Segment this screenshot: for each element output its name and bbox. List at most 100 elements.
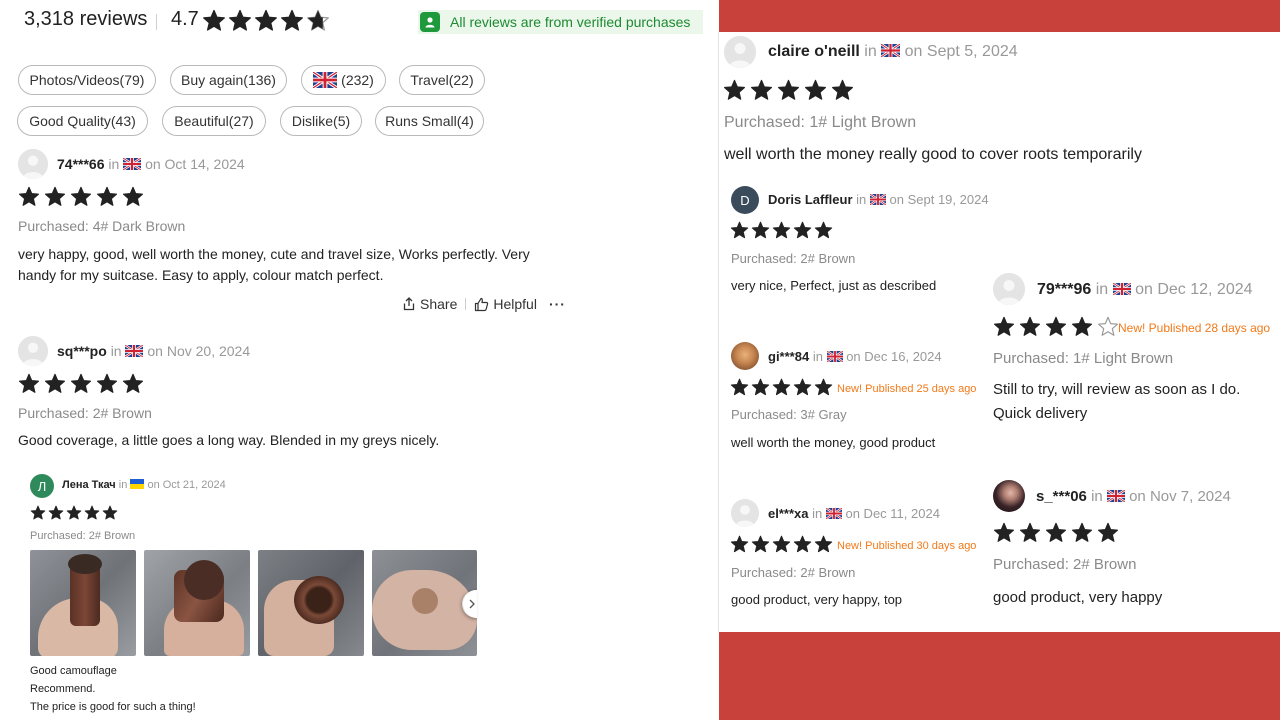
review-date: on Nov 20, 2024 — [147, 343, 251, 359]
filter-label: Good Quality(43) — [29, 113, 136, 129]
star-filled-icon — [96, 373, 118, 393]
default-user-icon — [18, 149, 48, 179]
review-date: on Sept 5, 2024 — [904, 43, 1018, 60]
star-filled-icon — [730, 221, 749, 239]
uk-flag-icon — [1112, 283, 1131, 295]
filter-beautiful[interactable]: Beautiful(27) — [162, 106, 266, 136]
purchased-variant: Purchased: 2# Brown — [731, 565, 856, 580]
review-text: very happy, good, well worth the money, … — [18, 246, 530, 283]
star-filled-icon — [778, 79, 799, 100]
star-filled-icon — [1071, 522, 1093, 542]
more-options-button[interactable]: ··· — [549, 296, 566, 312]
review-photo[interactable] — [30, 550, 136, 656]
avatar-letter: Л — [37, 478, 47, 494]
star-filled-icon — [281, 9, 303, 31]
verified-shield-icon — [420, 12, 440, 32]
star-filled-icon — [70, 373, 92, 393]
filter-label: Travel(22) — [410, 72, 474, 88]
reviewer-name[interactable]: gi***84 — [768, 349, 809, 364]
review-stars — [18, 373, 144, 395]
star-filled-icon — [730, 535, 749, 553]
verified-text: All reviews are from verified purchases — [450, 14, 691, 30]
reviewer-name[interactable]: Лена Ткач — [62, 479, 116, 491]
review-text: good product, very happy — [993, 589, 1163, 606]
share-label: Share — [420, 296, 458, 312]
star-filled-icon — [48, 505, 64, 520]
filter-label: Runs Small(4) — [385, 113, 474, 129]
star-filled-icon — [751, 79, 772, 100]
average-rating-stars — [202, 9, 330, 33]
red-banner-top — [719, 0, 1280, 32]
review-stars — [723, 79, 854, 102]
uk-flag-icon — [825, 508, 842, 519]
reviewer-name[interactable]: claire o'neill — [768, 43, 860, 60]
filter-uk[interactable]: (232) — [301, 65, 386, 95]
review-text: very nice, Perfect, just as described — [731, 278, 937, 293]
action-divider — [465, 298, 467, 310]
uk-flag-icon — [826, 351, 843, 362]
review-header: 74***66 in on Oct 14, 2024 — [57, 156, 245, 172]
photo-strip-edge — [477, 540, 507, 670]
review-header: Doris Laffleur in on Sept 19, 2024 — [768, 192, 989, 207]
filter-travel[interactable]: Travel(22) — [399, 65, 485, 95]
review-in: in — [812, 506, 823, 521]
purchased-variant: Purchased: 2# Brown — [30, 530, 136, 542]
user-avatar: Л — [30, 474, 54, 498]
user-avatar — [18, 336, 48, 366]
review-date: on Oct 21, 2024 — [147, 479, 226, 491]
star-filled-icon — [730, 378, 749, 396]
purchased-variant: Purchased: 2# Brown — [993, 556, 1137, 573]
new-published-badge: New! Published 25 days ago — [837, 383, 977, 395]
ukraine-flag-icon — [130, 479, 145, 489]
star-filled-icon — [1045, 316, 1067, 336]
red-banner-bottom — [719, 632, 1280, 720]
review-text: Recommend. — [30, 683, 96, 695]
review-in: in — [856, 192, 867, 207]
purchased-variant: Purchased: 1# Light Brown — [724, 114, 917, 131]
review-stars — [18, 186, 144, 208]
reviewer-name[interactable]: Doris Laffleur — [768, 192, 853, 207]
star-filled-icon — [44, 373, 66, 393]
reviewer-name[interactable]: 74***66 — [57, 156, 105, 172]
helpful-button[interactable]: Helpful — [474, 296, 537, 312]
new-published-badge: New! Published 28 days ago — [1118, 321, 1271, 335]
star-filled-icon — [993, 522, 1015, 542]
star-filled-icon — [122, 186, 144, 206]
reviewer-name[interactable]: s_***06 — [1036, 488, 1087, 505]
filter-dislike[interactable]: Dislike(5) — [280, 106, 362, 136]
review-text: Quick delivery — [993, 405, 1088, 422]
filter-photos-videos[interactable]: Photos/Videos(79) — [18, 65, 156, 95]
helpful-label: Helpful — [493, 296, 537, 312]
review-text: Good coverage, a little goes a long way.… — [18, 432, 440, 448]
user-avatar — [731, 342, 759, 370]
default-user-icon — [18, 336, 48, 366]
review-stars — [730, 535, 833, 554]
star-filled-icon — [724, 79, 745, 100]
reviewer-name[interactable]: 79***96 — [1037, 281, 1091, 298]
reviewer-name[interactable]: el***xa — [768, 506, 808, 521]
review-stars — [993, 316, 1119, 338]
star-filled-icon — [814, 378, 833, 396]
reviewer-name[interactable]: sq***po — [57, 343, 107, 359]
star-filled-icon — [805, 79, 826, 100]
review-text: well worth the money, good product — [731, 435, 936, 450]
filter-good-quality[interactable]: Good Quality(43) — [17, 106, 148, 136]
review-photo[interactable] — [144, 550, 250, 656]
star-filled-icon — [18, 373, 40, 393]
avatar-letter: D — [740, 192, 750, 208]
user-avatar — [18, 149, 48, 179]
filter-buy-again[interactable]: Buy again(136) — [170, 65, 287, 95]
default-user-icon — [724, 36, 756, 68]
review-header: 79***96 in on Dec 12, 2024 — [1037, 281, 1253, 299]
review-date: on Dec 12, 2024 — [1135, 281, 1253, 298]
review-photo[interactable] — [258, 550, 364, 656]
filter-runs-small[interactable]: Runs Small(4) — [375, 106, 484, 136]
review-stars — [30, 505, 118, 521]
review-in: in — [1095, 281, 1109, 298]
star-filled-icon — [751, 378, 770, 396]
share-button[interactable]: Share — [402, 296, 457, 312]
review-header: claire o'neill in on Sept 5, 2024 — [768, 43, 1018, 61]
uk-flag-icon — [313, 72, 338, 88]
review-in: in — [864, 43, 877, 60]
verified-purchases-banner: All reviews are from verified purchases — [418, 10, 703, 34]
